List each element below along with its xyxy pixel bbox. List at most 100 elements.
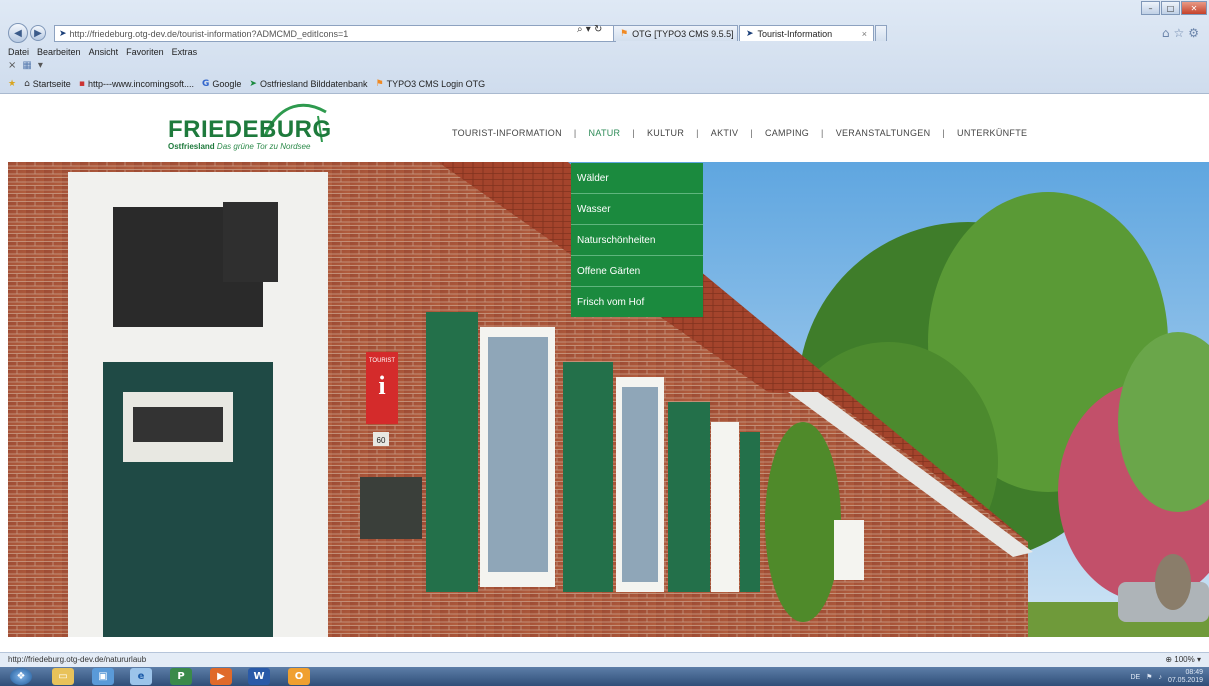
dropdown-item-wasser[interactable]: Wasser [571,194,703,225]
address-tools: ⌕ ▾ ↻ [577,24,602,35]
star-icon[interactable]: ☆ [1173,26,1188,40]
favorite-label: Startseite [32,79,71,89]
status-bar: http://friedeburg.otg-dev.de/natururlaub… [0,652,1209,667]
chevron-down-icon[interactable]: ▾ [38,60,43,71]
browser-chrome: – □ ✕ ◀ ▶ ➤ http://friedeburg.otg-dev.de… [0,0,1209,94]
home-icon[interactable]: ⌂ [1162,26,1174,40]
address-row: ◀ ▶ ➤ http://friedeburg.otg-dev.de/touri… [0,22,1209,44]
nav-natur[interactable]: NATUR [589,128,621,138]
favorites-bar: ★ ⌂ Startseite ▪ http---www.incomingsoft..… [8,79,485,89]
zoom-value: 100% [1174,655,1195,664]
back-button[interactable]: ◀ [8,23,28,43]
close-window-button[interactable]: ✕ [1181,1,1207,15]
dropdown-item-offene-gaerten[interactable]: Offene Gärten [571,256,703,287]
nav-separator: | [942,128,946,138]
nav-aktiv[interactable]: AKTIV [711,128,739,138]
main-nav: TOURIST-INFORMATION | NATUR | KULTUR | A… [452,128,1027,138]
otg-icon: ➤ [249,79,257,89]
zoom-level[interactable]: ⊕ 100% ▾ [1165,655,1201,664]
nav-tourist-information[interactable]: TOURIST-INFORMATION [452,128,562,138]
logo-region: Ostfriesland [168,142,215,151]
favorite-item[interactable]: ➤ Ostfriesland Bilddatenbank [249,79,367,89]
favorite-label: Google [212,79,242,89]
logo-tagline: Das grüne Tor zu Nordsee [216,142,311,151]
site-favicon: ➤ [59,28,67,39]
player-taskbar-icon[interactable]: ▶ [210,668,232,685]
media-taskbar-icon[interactable]: ▣ [92,668,114,685]
favorites-star-icon[interactable]: ★ [8,79,16,89]
forward-arrow-icon: ▶ [34,27,42,39]
favorite-label: Ostfriesland Bilddatenbank [259,79,368,89]
nav-separator: | [750,128,753,138]
nav-separator: | [696,128,699,138]
menu-bar: Datei Bearbeiten Ansicht Favoriten Extra… [8,47,197,57]
tab-label: OTG [TYPO3 CMS 9.5.5] [632,28,734,39]
compat-icon[interactable]: ▦ [22,60,31,71]
site-logo[interactable]: FRIEDEBURG Ostfriesland Das grüne Tor zu… [168,103,331,151]
tab-tourist-information[interactable]: ➤ Tourist-Information × [739,25,874,41]
google-icon: G [201,79,210,89]
dropdown-arrow-icon[interactable]: ▾ [586,24,591,35]
menu-datei[interactable]: Datei [8,47,29,57]
tab-otg-typo3[interactable]: ⚑ OTG [TYPO3 CMS 9.5.5] [613,25,738,41]
nav-separator: | [573,128,577,138]
favorite-item[interactable]: G Google [202,79,241,89]
nav-veranstaltungen[interactable]: VERANSTALTUNGEN [836,128,931,138]
address-url: http://friedeburg.otg-dev.de/tourist-inf… [69,28,349,39]
natur-dropdown: Wälder Wasser Naturschönheiten Offene Gä… [571,163,703,317]
favorite-item[interactable]: ▪ http---www.incomingsoft.... [79,79,194,89]
language-indicator[interactable]: DE [1130,674,1140,681]
favorite-label: TYPO3 CMS Login OTG [386,79,486,89]
menu-bearbeiten[interactable]: Bearbeiten [37,47,81,57]
nav-camping[interactable]: CAMPING [765,128,809,138]
favorite-item[interactable]: ⚑ TYPO3 CMS Login OTG [376,79,486,89]
flag-icon[interactable]: ⚑ [1146,673,1152,681]
volume-icon[interactable]: ♪ [1158,674,1162,681]
new-tab-button[interactable] [875,25,887,41]
dropdown-item-naturschoenheiten[interactable]: Naturschönheiten [571,225,703,256]
clock-date: 07.05.2019 [1167,677,1203,684]
nav-separator: | [632,128,635,138]
close-icon[interactable]: × [8,60,16,71]
browser-toolbar-icons: ⌂☆⚙ [1162,26,1203,40]
logo-subtitle: Ostfriesland Das grüne Tor zu Nordsee [168,142,310,151]
web-page: FRIEDEBURG Ostfriesland Das grüne Tor zu… [0,94,1209,651]
explorer-taskbar-icon[interactable]: ▭ [52,668,74,685]
search-icon[interactable]: ⌕ [577,24,583,35]
menu-favoriten[interactable]: Favoriten [126,47,164,57]
refresh-icon[interactable]: ↻ [594,24,602,35]
status-url: http://friedeburg.otg-dev.de/natururlaub [8,655,147,664]
close-tab-icon[interactable]: × [862,29,867,39]
maximize-button[interactable]: □ [1161,1,1180,15]
word-taskbar-icon[interactable]: W [248,668,270,685]
nav-kultur[interactable]: KULTUR [647,128,684,138]
menu-ansicht[interactable]: Ansicht [89,47,119,57]
system-tray: DE ⚑ ♪ 08:49 07.05.2019 [1130,669,1203,685]
favorite-item[interactable]: ⌂ Startseite [24,79,71,89]
internet-explorer-taskbar-icon[interactable]: e [130,668,152,685]
info-sign-icon: i [378,371,385,400]
forward-button[interactable]: ▶ [30,25,46,41]
zoom-icon: ⊕ [1165,655,1173,664]
nav-separator: | [821,128,824,138]
address-bar[interactable]: ➤ http://friedeburg.otg-dev.de/tourist-i… [54,25,616,42]
page-icon: ▪ [78,79,85,89]
clock-time: 08:49 [1185,669,1203,676]
minimize-button[interactable]: – [1141,1,1160,15]
windows-logo-icon: ❖ [16,671,26,682]
clock[interactable]: 08:49 07.05.2019 [1168,669,1203,685]
favorite-label: http---www.incomingsoft.... [87,79,194,89]
command-row: × ▦ ▾ [8,60,43,71]
typo3-icon: ⚑ [375,79,384,89]
outlook-taskbar-icon[interactable]: O [288,668,310,685]
menu-extras[interactable]: Extras [172,47,198,57]
start-button[interactable]: ❖ [10,668,32,685]
hero-sign-text: TOURIST [369,358,396,364]
dropdown-item-waelder[interactable]: Wälder [571,163,703,194]
dropdown-item-frisch-vom-hof[interactable]: Frisch vom Hof [571,287,703,317]
hero-house-number: 60 [377,436,386,445]
logo-name: FRIEDEBURG [168,116,332,143]
gear-icon[interactable]: ⚙ [1188,26,1203,40]
nav-unterkuenfte[interactable]: UNTERKÜNFTE [957,128,1027,138]
publisher-taskbar-icon[interactable]: P [170,668,192,685]
